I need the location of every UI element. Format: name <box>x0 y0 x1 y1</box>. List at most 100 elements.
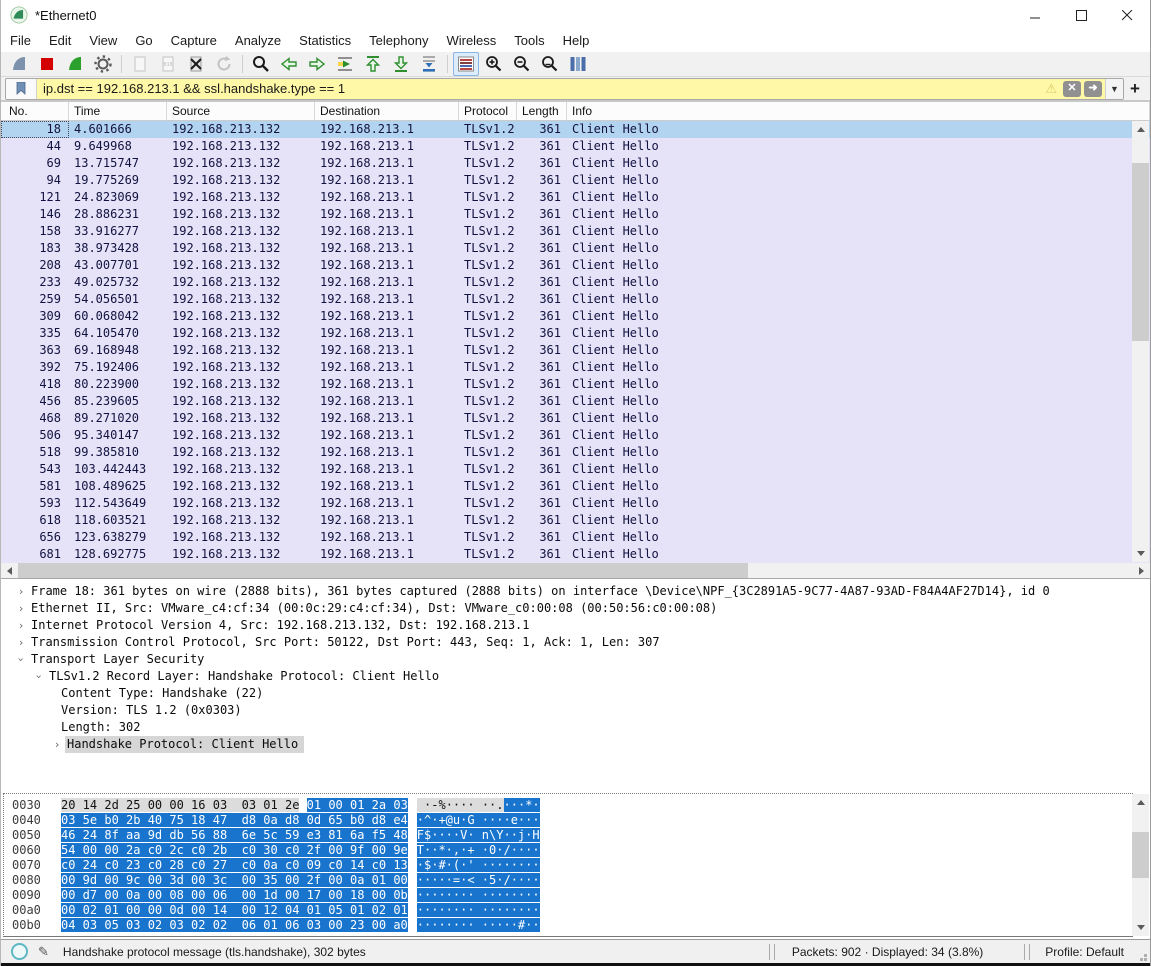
expand-icon[interactable]: › <box>13 600 29 617</box>
packet-row[interactable]: 45685.239605192.168.213.132192.168.213.1… <box>1 393 1150 410</box>
expand-icon[interactable]: › <box>13 634 29 651</box>
packet-row[interactable]: 25954.056501192.168.213.132192.168.213.1… <box>1 291 1150 308</box>
go-to-packet-icon[interactable] <box>332 52 358 76</box>
packet-row[interactable]: 6913.715747192.168.213.132192.168.213.1T… <box>1 155 1150 172</box>
packet-list-horizontal-scrollbar[interactable] <box>1 563 1150 579</box>
detail-line[interactable]: ›Ethernet II, Src: VMware_c4:cf:34 (00:0… <box>1 600 1150 617</box>
start-capture-icon[interactable] <box>6 52 32 76</box>
expert-info-icon[interactable] <box>11 943 28 960</box>
menu-file[interactable]: File <box>1 30 40 52</box>
scroll-down-button[interactable] <box>1132 919 1149 936</box>
resize-columns-icon[interactable] <box>565 52 591 76</box>
packet-row[interactable]: 14628.886231192.168.213.132192.168.213.1… <box>1 206 1150 223</box>
detail-line[interactable]: Content Type: Handshake (22) <box>1 685 1150 702</box>
filter-bookmark-button[interactable] <box>6 79 37 99</box>
column-header-length[interactable]: Length <box>517 102 567 120</box>
detail-line[interactable]: Length: 302 <box>1 719 1150 736</box>
column-header-destination[interactable]: Destination <box>315 102 459 120</box>
packet-row[interactable]: 30960.068042192.168.213.132192.168.213.1… <box>1 308 1150 325</box>
scroll-up-button[interactable] <box>1132 794 1149 811</box>
detail-line[interactable]: ›Internet Protocol Version 4, Src: 192.1… <box>1 617 1150 634</box>
menu-statistics[interactable]: Statistics <box>290 30 360 52</box>
packet-row[interactable]: 20843.007701192.168.213.132192.168.213.1… <box>1 257 1150 274</box>
column-header-info[interactable]: Info <box>567 102 1150 120</box>
packet-row[interactable]: 39275.192406192.168.213.132192.168.213.1… <box>1 359 1150 376</box>
menu-analyze[interactable]: Analyze <box>226 30 290 52</box>
packet-row[interactable]: 51899.385810192.168.213.132192.168.213.1… <box>1 444 1150 461</box>
scroll-thumb[interactable] <box>1132 163 1149 341</box>
packet-row[interactable]: 50695.340147192.168.213.132192.168.213.1… <box>1 427 1150 444</box>
clear-filter-button[interactable]: ✕ <box>1063 81 1081 97</box>
packet-row[interactable]: 15833.916277192.168.213.132192.168.213.1… <box>1 223 1150 240</box>
filter-dropdown-button[interactable]: ▼ <box>1105 79 1123 99</box>
packet-row[interactable]: 36369.168948192.168.213.132192.168.213.1… <box>1 342 1150 359</box>
hex-row[interactable]: 004003 5e b0 2b 40 75 18 47 d8 0a d8 0d … <box>4 813 1132 828</box>
restart-capture-icon[interactable] <box>62 52 88 76</box>
apply-filter-button[interactable]: ➜ <box>1084 81 1102 97</box>
packet-row[interactable]: 41880.223900192.168.213.132192.168.213.1… <box>1 376 1150 393</box>
expand-icon[interactable]: › <box>13 617 29 634</box>
capture-options-icon[interactable] <box>90 52 116 76</box>
close-button[interactable] <box>1104 0 1150 30</box>
add-filter-button[interactable]: + <box>1124 79 1146 99</box>
detail-line[interactable]: ›TLSv1.2 Record Layer: Handshake Protoco… <box>1 668 1150 685</box>
packet-list-vertical-scrollbar[interactable] <box>1132 121 1149 562</box>
menu-telephony[interactable]: Telephony <box>360 30 437 52</box>
menu-capture[interactable]: Capture <box>162 30 226 52</box>
packet-row[interactable]: 681128.692775192.168.213.132192.168.213.… <box>1 546 1150 563</box>
packet-row[interactable]: 33564.105470192.168.213.132192.168.213.1… <box>1 325 1150 342</box>
hex-row[interactable]: 00a000 02 01 00 00 0d 00 14 00 12 04 01 … <box>4 903 1132 918</box>
hex-row[interactable]: 009000 d7 00 0a 00 08 00 06 00 1d 00 17 … <box>4 888 1132 903</box>
menu-go[interactable]: Go <box>126 30 161 52</box>
display-filter-field[interactable]: ⚠ ✕ ➜ ▼ <box>5 78 1124 100</box>
column-header-source[interactable]: Source <box>167 102 315 120</box>
menu-view[interactable]: View <box>80 30 126 52</box>
packet-row[interactable]: 12124.823069192.168.213.132192.168.213.1… <box>1 189 1150 206</box>
packet-row[interactable]: 543103.442443192.168.213.132192.168.213.… <box>1 461 1150 478</box>
display-filter-input[interactable] <box>37 79 1045 99</box>
scroll-down-button[interactable] <box>1132 545 1149 562</box>
detail-line[interactable]: ›Frame 18: 361 bytes on wire (2888 bits)… <box>1 583 1150 600</box>
hex-row[interactable]: 006054 00 00 2a c0 2c c0 2b c0 30 c0 2f … <box>4 843 1132 858</box>
capture-comment-icon[interactable]: ✎ <box>38 944 49 960</box>
hex-row[interactable]: 003020 14 2d 25 00 00 16 03 03 01 2e 01 … <box>4 798 1132 813</box>
detail-line[interactable]: ›Transmission Control Protocol, Src Port… <box>1 634 1150 651</box>
go-forward-icon[interactable] <box>304 52 330 76</box>
zoom-out-icon[interactable] <box>509 52 535 76</box>
packet-row[interactable]: 618118.603521192.168.213.132192.168.213.… <box>1 512 1150 529</box>
hex-row[interactable]: 008000 9d 00 9c 00 3d 00 3c 00 35 00 2f … <box>4 873 1132 888</box>
auto-scroll-icon[interactable] <box>416 52 442 76</box>
packet-row[interactable]: 581108.489625192.168.213.132192.168.213.… <box>1 478 1150 495</box>
profile-label[interactable]: Profile: Default <box>1031 945 1150 959</box>
column-header-time[interactable]: Time <box>69 102 167 120</box>
hex-row[interactable]: 00b004 03 05 03 02 03 02 02 06 01 06 03 … <box>4 918 1132 933</box>
scroll-thumb[interactable] <box>18 563 748 579</box>
maximize-button[interactable] <box>1058 0 1104 30</box>
close-file-icon[interactable] <box>183 52 209 76</box>
packet-row[interactable]: 593112.543649192.168.213.132192.168.213.… <box>1 495 1150 512</box>
hex-row[interactable]: 0070c0 24 c0 23 c0 28 c0 27 c0 0a c0 09 … <box>4 858 1132 873</box>
menu-wireless[interactable]: Wireless <box>437 30 505 52</box>
go-back-icon[interactable] <box>276 52 302 76</box>
column-header-protocol[interactable]: Protocol <box>459 102 517 120</box>
packet-row[interactable]: 184.601666192.168.213.132192.168.213.1TL… <box>1 121 1150 138</box>
column-header-no[interactable]: No. <box>1 102 69 120</box>
menu-help[interactable]: Help <box>554 30 599 52</box>
stop-capture-icon[interactable] <box>34 52 60 76</box>
expand-icon[interactable]: › <box>49 736 65 753</box>
zoom-reset-icon[interactable] <box>537 52 563 76</box>
bytes-vertical-scrollbar[interactable] <box>1132 794 1149 936</box>
packet-row[interactable]: 23349.025732192.168.213.132192.168.213.1… <box>1 274 1150 291</box>
hex-row[interactable]: 005046 24 8f aa 9d db 56 88 6e 5c 59 e3 … <box>4 828 1132 843</box>
collapse-icon[interactable]: › <box>13 652 30 668</box>
packet-row[interactable]: 9419.775269192.168.213.132192.168.213.1T… <box>1 172 1150 189</box>
find-packet-icon[interactable] <box>248 52 274 76</box>
scroll-left-button[interactable] <box>1 563 18 579</box>
packet-row[interactable]: 46889.271020192.168.213.132192.168.213.1… <box>1 410 1150 427</box>
zoom-in-icon[interactable] <box>481 52 507 76</box>
go-first-icon[interactable] <box>360 52 386 76</box>
collapse-icon[interactable]: › <box>31 669 48 685</box>
packet-row[interactable]: 656123.638279192.168.213.132192.168.213.… <box>1 529 1150 546</box>
scroll-thumb[interactable] <box>1132 832 1149 878</box>
detail-line[interactable]: ›Transport Layer Security <box>1 651 1150 668</box>
